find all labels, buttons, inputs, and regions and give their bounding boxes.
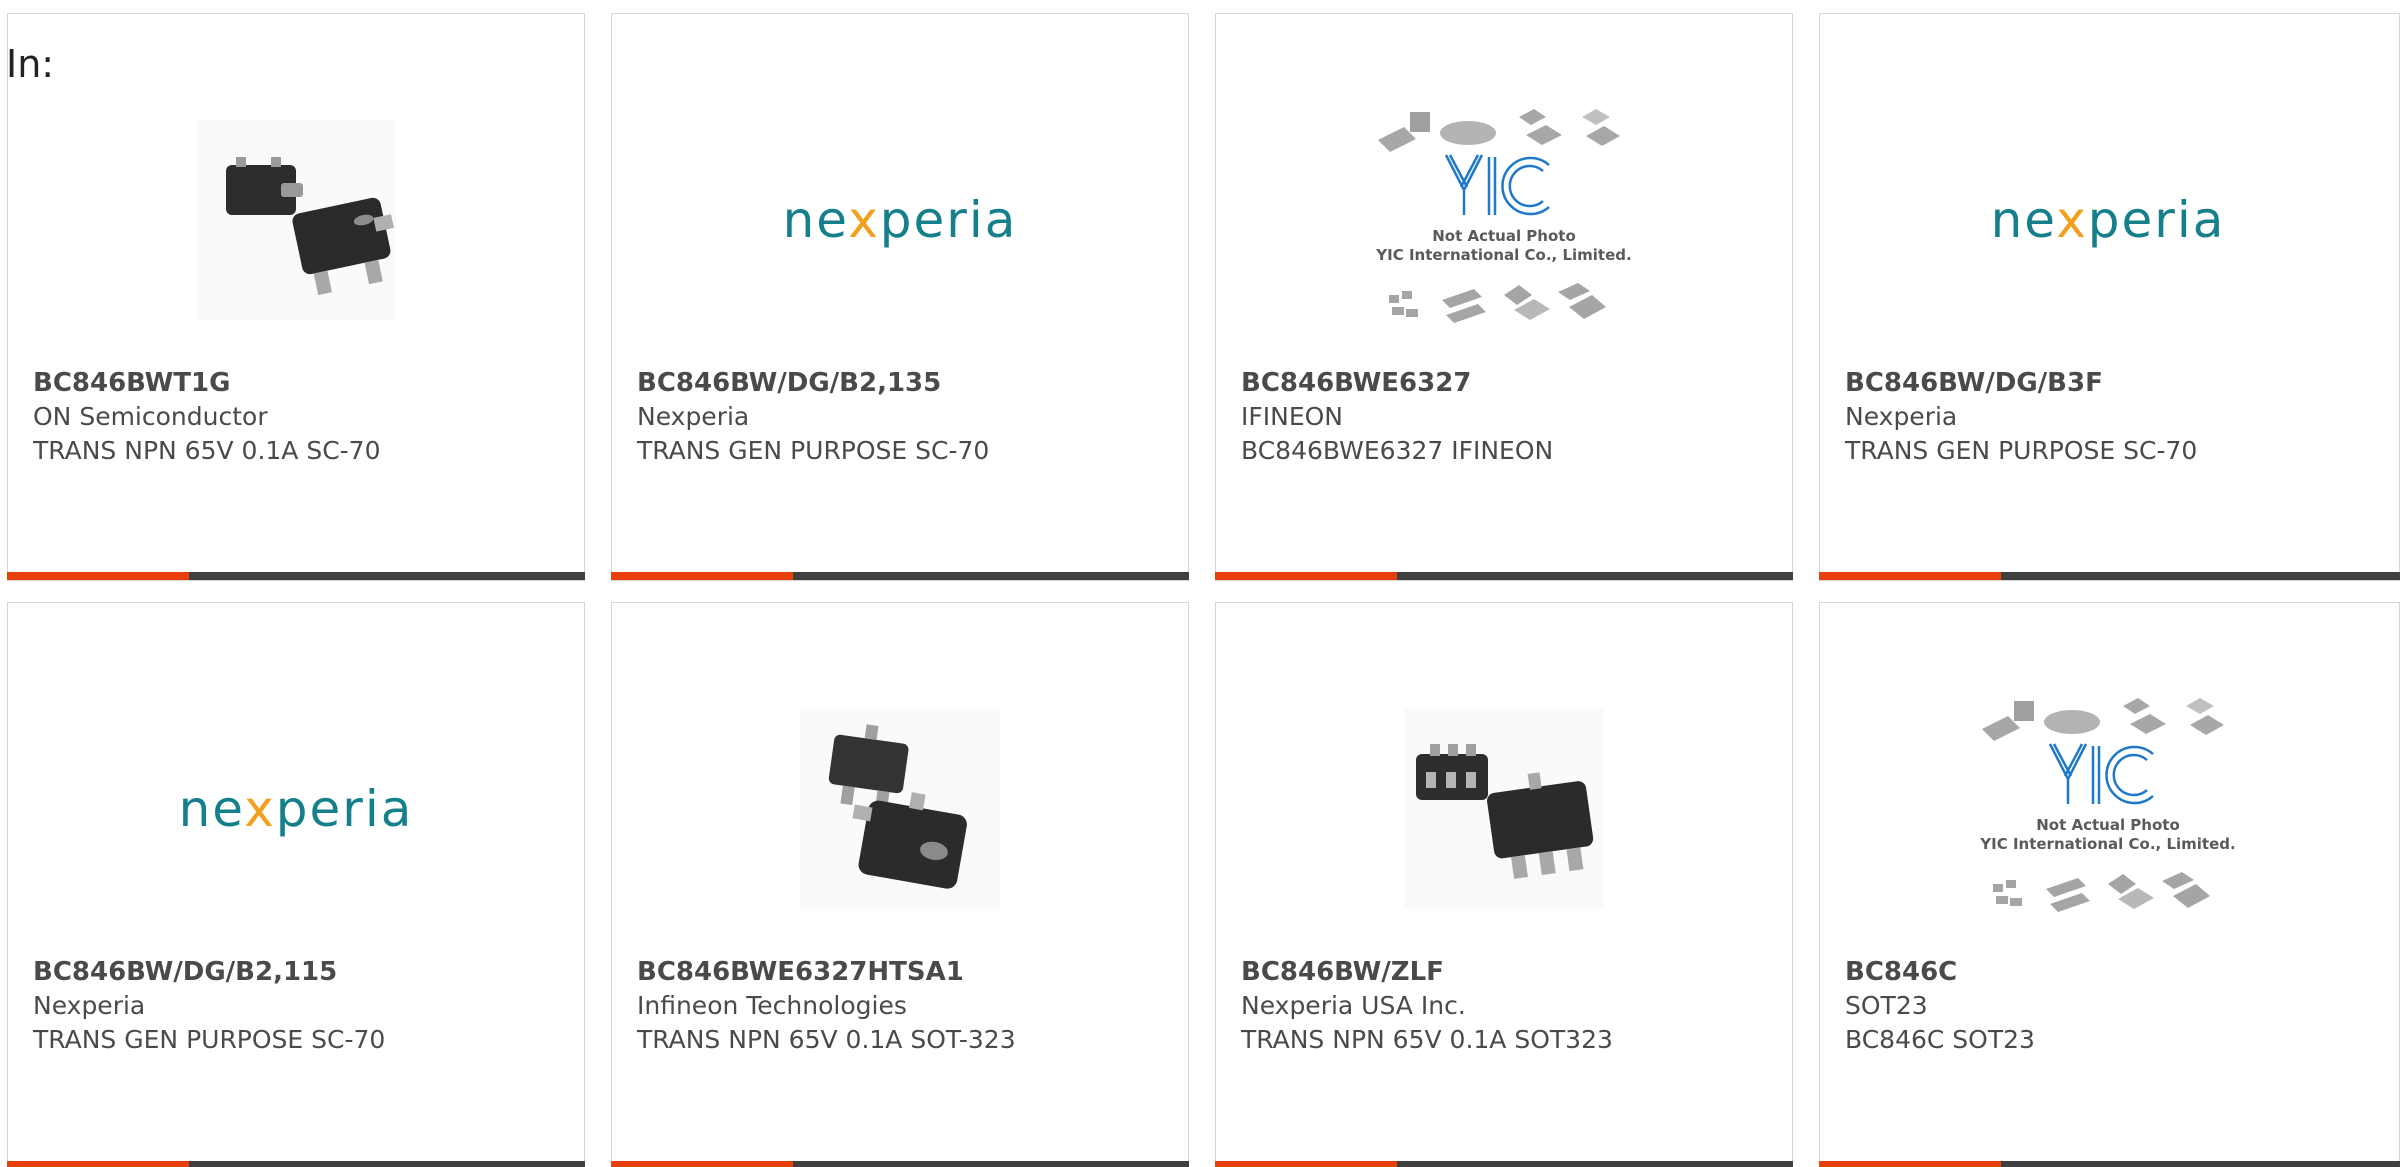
product-image: nexperia <box>8 671 584 947</box>
card-bar-accent <box>611 572 793 580</box>
part-number[interactable]: BC846BWE6327 <box>1241 366 1772 400</box>
yic-placeholder-icon: Not Actual Photo YIC International Co., … <box>1375 109 1632 323</box>
card-bar <box>7 572 585 580</box>
card-bar-accent <box>1819 1161 2001 1167</box>
svg-text:YIC International Co., Limited: YIC International Co., Limited. <box>1375 246 1631 264</box>
description: TRANS GEN PURPOSE SC-70 <box>637 436 990 465</box>
card-bar <box>611 572 1189 580</box>
card-bar <box>1215 572 1793 580</box>
manufacturer: ON Semiconductor <box>33 402 268 431</box>
description: TRANS GEN PURPOSE SC-70 <box>33 1025 386 1054</box>
manufacturer: Nexperia USA Inc. <box>1241 991 1466 1020</box>
yic-placeholder-icon: Not Actual Photo YIC International Co., … <box>1979 698 2236 912</box>
manufacturer: Infineon Technologies <box>637 991 907 1020</box>
product-card[interactable]: BC846BWT1G ON Semiconductor TRANS NPN 65… <box>7 13 585 581</box>
part-number[interactable]: BC846BW/DG/B3F <box>1845 366 2379 400</box>
product-image: Not Actual Photo YIC International Co., … <box>1820 671 2396 947</box>
card-bar-accent <box>1215 572 1397 580</box>
nexperia-logo-icon: nexperia <box>178 780 414 838</box>
card-bar <box>611 1161 1189 1167</box>
svg-text:Not Actual Photo: Not Actual Photo <box>2036 816 2180 834</box>
card-bar-accent <box>1215 1161 1397 1167</box>
manufacturer: Nexperia <box>1845 402 1958 431</box>
card-bar-accent <box>611 1161 793 1167</box>
transistor-photo-icon <box>1404 709 1604 909</box>
card-bar-accent <box>1819 572 2001 580</box>
product-card[interactable]: nexperia BC846BW/DG/B3F Nexperia TRANS G… <box>1819 13 2400 581</box>
manufacturer: SOT23 <box>1845 991 1928 1020</box>
product-image: nexperia <box>612 82 1188 358</box>
transistor-photo-icon <box>800 709 1000 909</box>
product-grid: BC846BWT1G ON Semiconductor TRANS NPN 65… <box>0 0 2400 1167</box>
description: TRANS NPN 65V 0.1A SOT-323 <box>637 1025 1016 1054</box>
part-number[interactable]: BC846BW/DG/B2,135 <box>637 366 1168 400</box>
manufacturer: IFINEON <box>1241 402 1344 431</box>
in-label: In: <box>6 42 55 86</box>
part-number[interactable]: BC846BWT1G <box>33 366 564 400</box>
product-image: nexperia <box>1820 82 2396 358</box>
product-image <box>612 671 1188 947</box>
manufacturer: Nexperia <box>637 402 750 431</box>
description: TRANS NPN 65V 0.1A SC-70 <box>33 436 381 465</box>
product-card[interactable]: BC846BWE6327HTSA1 Infineon Technologies … <box>611 602 1189 1167</box>
product-card[interactable]: nexperia BC846BW/DG/B2,135 Nexperia TRAN… <box>611 13 1189 581</box>
product-image: Not Actual Photo YIC International Co., … <box>1216 82 1792 358</box>
transistor-photo-icon <box>196 120 396 320</box>
card-bar <box>1819 1161 2400 1167</box>
product-card[interactable]: nexperia BC846BW/DG/B2,115 Nexperia TRAN… <box>7 602 585 1167</box>
svg-text:YIC International Co., Limited: YIC International Co., Limited. <box>1979 835 2235 853</box>
product-card[interactable]: Not Actual Photo YIC International Co., … <box>1215 13 1793 581</box>
product-card[interactable]: BC846BW/ZLF Nexperia USA Inc. TRANS NPN … <box>1215 602 1793 1167</box>
product-card[interactable]: Not Actual Photo YIC International Co., … <box>1819 602 2400 1167</box>
card-bar <box>1215 1161 1793 1167</box>
svg-text:Not Actual Photo: Not Actual Photo <box>1432 227 1576 245</box>
part-number[interactable]: BC846C <box>1845 955 2379 989</box>
product-image <box>8 82 584 358</box>
manufacturer: Nexperia <box>33 991 146 1020</box>
card-bar-accent <box>7 572 189 580</box>
nexperia-logo-icon: nexperia <box>1990 191 2226 249</box>
card-bar <box>7 1161 585 1167</box>
part-number[interactable]: BC846BWE6327HTSA1 <box>637 955 1168 989</box>
card-bar-accent <box>7 1161 189 1167</box>
part-number[interactable]: BC846BW/DG/B2,115 <box>33 955 564 989</box>
description: BC846C SOT23 <box>1845 1025 2035 1054</box>
description: BC846BWE6327 IFINEON <box>1241 436 1554 465</box>
product-grid-page: In: BC846BWT1G ON Semiconductor TRANS NP… <box>0 0 2400 1167</box>
card-bar <box>1819 572 2400 580</box>
description: TRANS GEN PURPOSE SC-70 <box>1845 436 2198 465</box>
part-number[interactable]: BC846BW/ZLF <box>1241 955 1772 989</box>
product-image <box>1216 671 1792 947</box>
nexperia-logo-icon: nexperia <box>782 191 1018 249</box>
description: TRANS NPN 65V 0.1A SOT323 <box>1241 1025 1613 1054</box>
